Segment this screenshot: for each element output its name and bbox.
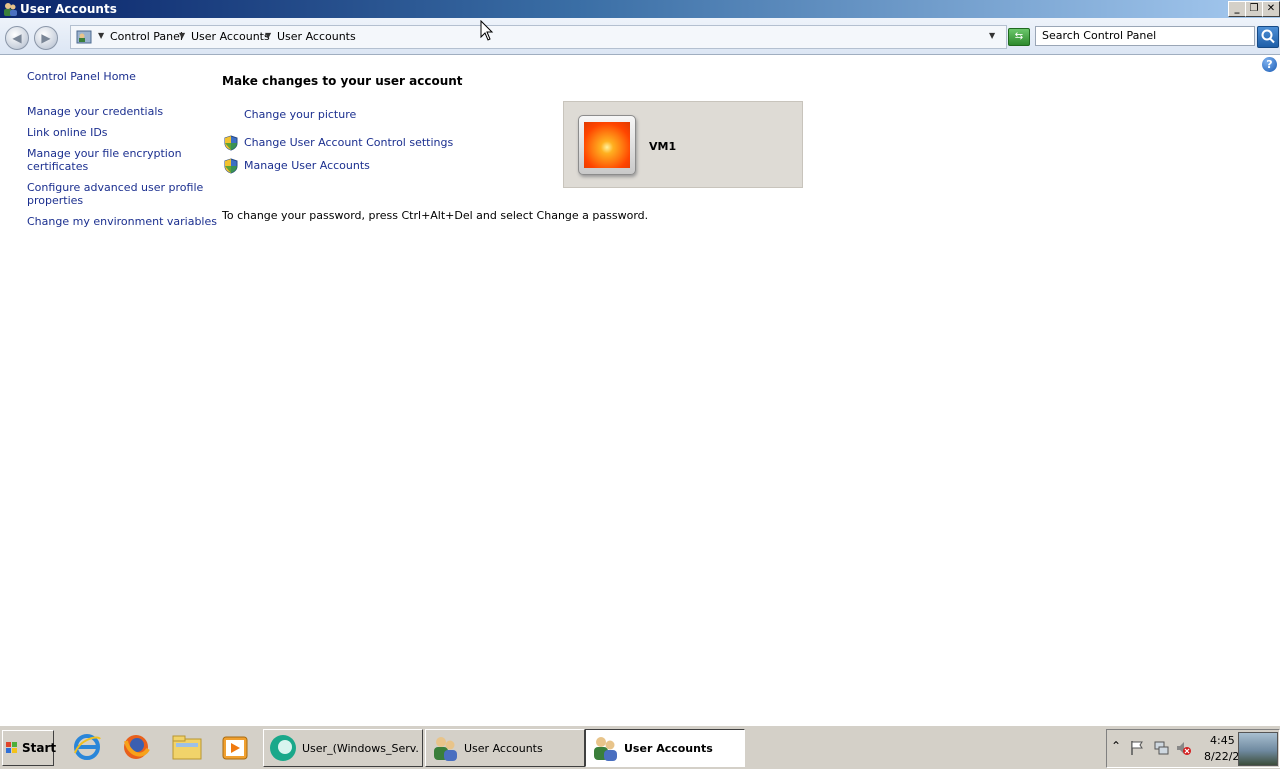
uac-shield-icon [224, 158, 238, 174]
user-accounts-icon [434, 737, 457, 761]
sidebar-item-control-panel-home[interactable]: Control Panel Home [27, 70, 136, 83]
breadcrumb-user-accounts-current[interactable]: User Accounts [277, 30, 356, 43]
flower-picture-icon [584, 122, 630, 168]
show-hidden-icons-chevron-icon[interactable]: ⌃ [1111, 739, 1127, 755]
minimize-button[interactable]: _ [1228, 1, 1246, 17]
sidebar-item-label: Manage your file encryption [27, 147, 182, 160]
refresh-icon: ⇆ [1014, 31, 1024, 42]
action-center-flag-icon[interactable] [1129, 740, 1145, 756]
page-title: Make changes to your user account [222, 74, 463, 88]
search-input[interactable]: Search Control Panel [1035, 26, 1255, 46]
taskbar-button-label: User Accounts [464, 742, 543, 755]
desktop-thumbnail[interactable] [1238, 732, 1278, 766]
taskbar-button-user-accounts[interactable]: User Accounts [425, 729, 585, 767]
sidebar-item-advanced-profile[interactable]: Configure advanced user profile properti… [27, 181, 203, 207]
media-player-icon[interactable] [220, 731, 250, 763]
sidebar-item-label: certificates [27, 160, 89, 173]
account-name: VM1 [649, 140, 677, 153]
breadcrumb[interactable]: ▼ Control Panel ▼ User Accounts ▼ User A… [70, 25, 1007, 49]
breadcrumb-separator[interactable]: ▼ [265, 31, 271, 40]
volume-muted-icon[interactable] [1175, 740, 1191, 756]
sidebar-item-label: properties [27, 194, 84, 207]
change-picture-link[interactable]: Change your picture [244, 108, 356, 121]
help-icon[interactable]: ? [1262, 57, 1277, 72]
user-account-tile: VM1 [563, 101, 803, 188]
window-title: User Accounts [20, 2, 117, 16]
search-icon [1261, 29, 1275, 44]
user-accounts-icon [4, 3, 17, 16]
taskbar: Start User_(Windows_Serv... User Account… [0, 725, 1280, 769]
taskbar-button-windows-server[interactable]: User_(Windows_Serv... [263, 729, 423, 767]
internet-explorer-icon[interactable] [72, 731, 102, 763]
uac-shield-icon [224, 135, 238, 151]
manage-user-accounts-link[interactable]: Manage User Accounts [244, 159, 370, 172]
breadcrumb-separator[interactable]: ▼ [179, 31, 185, 40]
forward-arrow-icon: ▶ [41, 31, 51, 45]
address-bar: ◀ ▶ ▼ Control Panel ▼ User Accounts ▼ Us… [0, 18, 1280, 55]
network-icon[interactable] [1153, 740, 1169, 756]
back-button[interactable]: ◀ [5, 26, 29, 50]
sidebar-item-file-encryption[interactable]: Manage your file encryption certificates [27, 147, 182, 173]
taskbar-button-label: User Accounts [624, 742, 713, 755]
mouse-cursor-icon [480, 20, 494, 41]
address-dropdown-icon[interactable]: ▼ [989, 31, 995, 40]
user-accounts-icon [594, 737, 617, 761]
sidebar-item-manage-credentials[interactable]: Manage your credentials [27, 105, 163, 118]
restore-button[interactable]: ❐ [1245, 1, 1263, 17]
search-button[interactable] [1257, 26, 1279, 48]
taskbar-button-label: User_(Windows_Serv... [302, 742, 418, 755]
forward-button[interactable]: ▶ [34, 26, 58, 50]
firefox-icon[interactable] [121, 731, 151, 763]
window-titlebar[interactable]: User Accounts _ ❐ ✕ [0, 0, 1280, 18]
close-button[interactable]: ✕ [1262, 1, 1280, 17]
virtual-machine-icon [270, 735, 296, 761]
start-button[interactable]: Start [2, 730, 57, 766]
sidebar-item-label: Configure advanced user profile [27, 181, 204, 194]
windows-logo-icon [6, 742, 17, 753]
breadcrumb-control-panel[interactable]: Control Panel [110, 30, 183, 43]
system-tray: ⌃ 4:45 / 8/22/2 [1106, 729, 1280, 768]
back-arrow-icon: ◀ [12, 31, 22, 45]
explorer-folder-icon[interactable] [172, 731, 202, 763]
refresh-button[interactable]: ⇆ [1008, 28, 1030, 46]
control-panel-icon [76, 30, 92, 44]
breadcrumb-history-dropdown[interactable]: ▼ [98, 31, 104, 40]
password-hint: To change your password, press Ctrl+Alt+… [222, 209, 649, 222]
start-label: Start [22, 741, 57, 755]
clock-date[interactable]: 8/22/2 [1204, 750, 1239, 763]
user-picture [578, 115, 636, 175]
sidebar-item-environment-variables[interactable]: Change my environment variables [27, 215, 217, 228]
sidebar-item-link-online-ids[interactable]: Link online IDs [27, 126, 108, 139]
breadcrumb-user-accounts[interactable]: User Accounts [191, 30, 270, 43]
taskbar-button-user-accounts-active[interactable]: User Accounts [585, 729, 745, 767]
change-uac-settings-link[interactable]: Change User Account Control settings [244, 136, 453, 149]
